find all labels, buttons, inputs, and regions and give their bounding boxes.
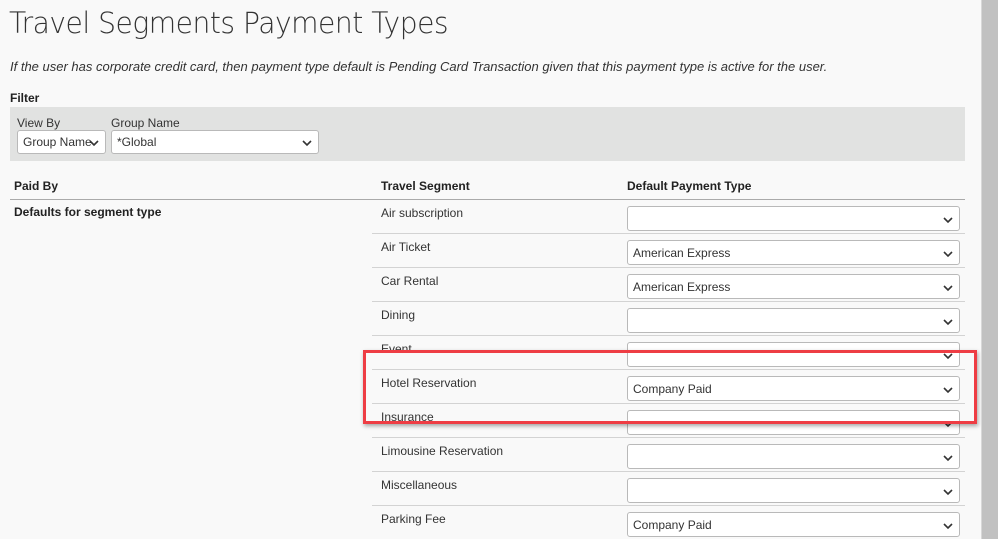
column-header-paid-by: Paid By [14, 179, 59, 193]
vertical-scrollbar[interactable] [981, 0, 998, 539]
page-title: Travel Segments Payment Types [9, 6, 449, 40]
view-by-value: Group Name [23, 135, 92, 149]
payment-type-value: American Express [633, 245, 731, 260]
default-payment-type-select[interactable] [627, 478, 960, 503]
payment-type-value: Company Paid [633, 517, 712, 532]
chevron-down-icon [942, 386, 954, 394]
chevron-down-icon [942, 318, 954, 326]
chevron-down-icon [942, 522, 954, 530]
chevron-down-icon [942, 284, 954, 292]
table-row: Insurance [372, 404, 965, 438]
filter-label: Filter [10, 91, 40, 105]
chevron-down-icon [301, 139, 313, 147]
default-payment-type-select[interactable]: American Express [627, 274, 960, 299]
filter-panel: View By Group Name Group Name *Global [10, 107, 965, 161]
travel-segment-label: Miscellaneous [381, 478, 458, 492]
chevron-down-icon [942, 488, 954, 496]
table-row: Event [372, 336, 965, 370]
default-payment-type-select[interactable] [627, 308, 960, 333]
paid-by-value: Defaults for segment type [14, 205, 162, 219]
column-header-travel-segment: Travel Segment [381, 179, 470, 193]
travel-segment-label: Car Rental [381, 274, 439, 288]
chevron-down-icon [88, 139, 100, 147]
travel-segment-label: Air Ticket [381, 240, 431, 254]
group-name-label: Group Name [111, 116, 180, 130]
payment-type-value: Company Paid [633, 381, 712, 396]
group-name-select[interactable]: *Global [111, 130, 319, 154]
table-row: Miscellaneous [372, 472, 965, 506]
travel-segment-label: Parking Fee [381, 512, 446, 526]
table-row: Dining [372, 302, 965, 336]
table-row: Car Rental American Express [372, 268, 965, 302]
default-payment-type-select[interactable]: Company Paid [627, 376, 960, 401]
table-row: Parking Fee Company Paid [372, 506, 965, 539]
travel-segment-label: Insurance [381, 410, 434, 424]
page-subtitle: If the user has corporate credit card, t… [10, 59, 828, 74]
table-row: Air Ticket American Express [372, 234, 965, 268]
chevron-down-icon [942, 352, 954, 360]
travel-segment-label: Hotel Reservation [381, 376, 477, 390]
table-row: Hotel Reservation Company Paid [372, 370, 965, 404]
table-row: Air subscription [372, 200, 965, 234]
default-payment-type-select[interactable]: American Express [627, 240, 960, 265]
chevron-down-icon [942, 250, 954, 258]
default-payment-type-select[interactable]: Company Paid [627, 512, 960, 537]
column-header-default-payment-type: Default Payment Type [627, 179, 752, 193]
view-by-label: View By [17, 116, 61, 130]
default-payment-type-select[interactable] [627, 342, 960, 367]
view-by-select[interactable]: Group Name [17, 130, 106, 154]
default-payment-type-select[interactable] [627, 410, 960, 435]
default-payment-type-select[interactable] [627, 444, 960, 469]
default-payment-type-select[interactable] [627, 206, 960, 231]
chevron-down-icon [942, 216, 954, 224]
payment-type-value: American Express [633, 279, 731, 294]
group-name-value: *Global [117, 135, 157, 149]
chevron-down-icon [942, 454, 954, 462]
travel-segment-label: Limousine Reservation [381, 444, 504, 458]
travel-segment-label: Air subscription [381, 206, 464, 220]
chevron-down-icon [942, 420, 954, 428]
travel-segment-label: Event [381, 342, 412, 356]
table-row: Limousine Reservation [372, 438, 965, 472]
travel-segment-label: Dining [381, 308, 416, 322]
